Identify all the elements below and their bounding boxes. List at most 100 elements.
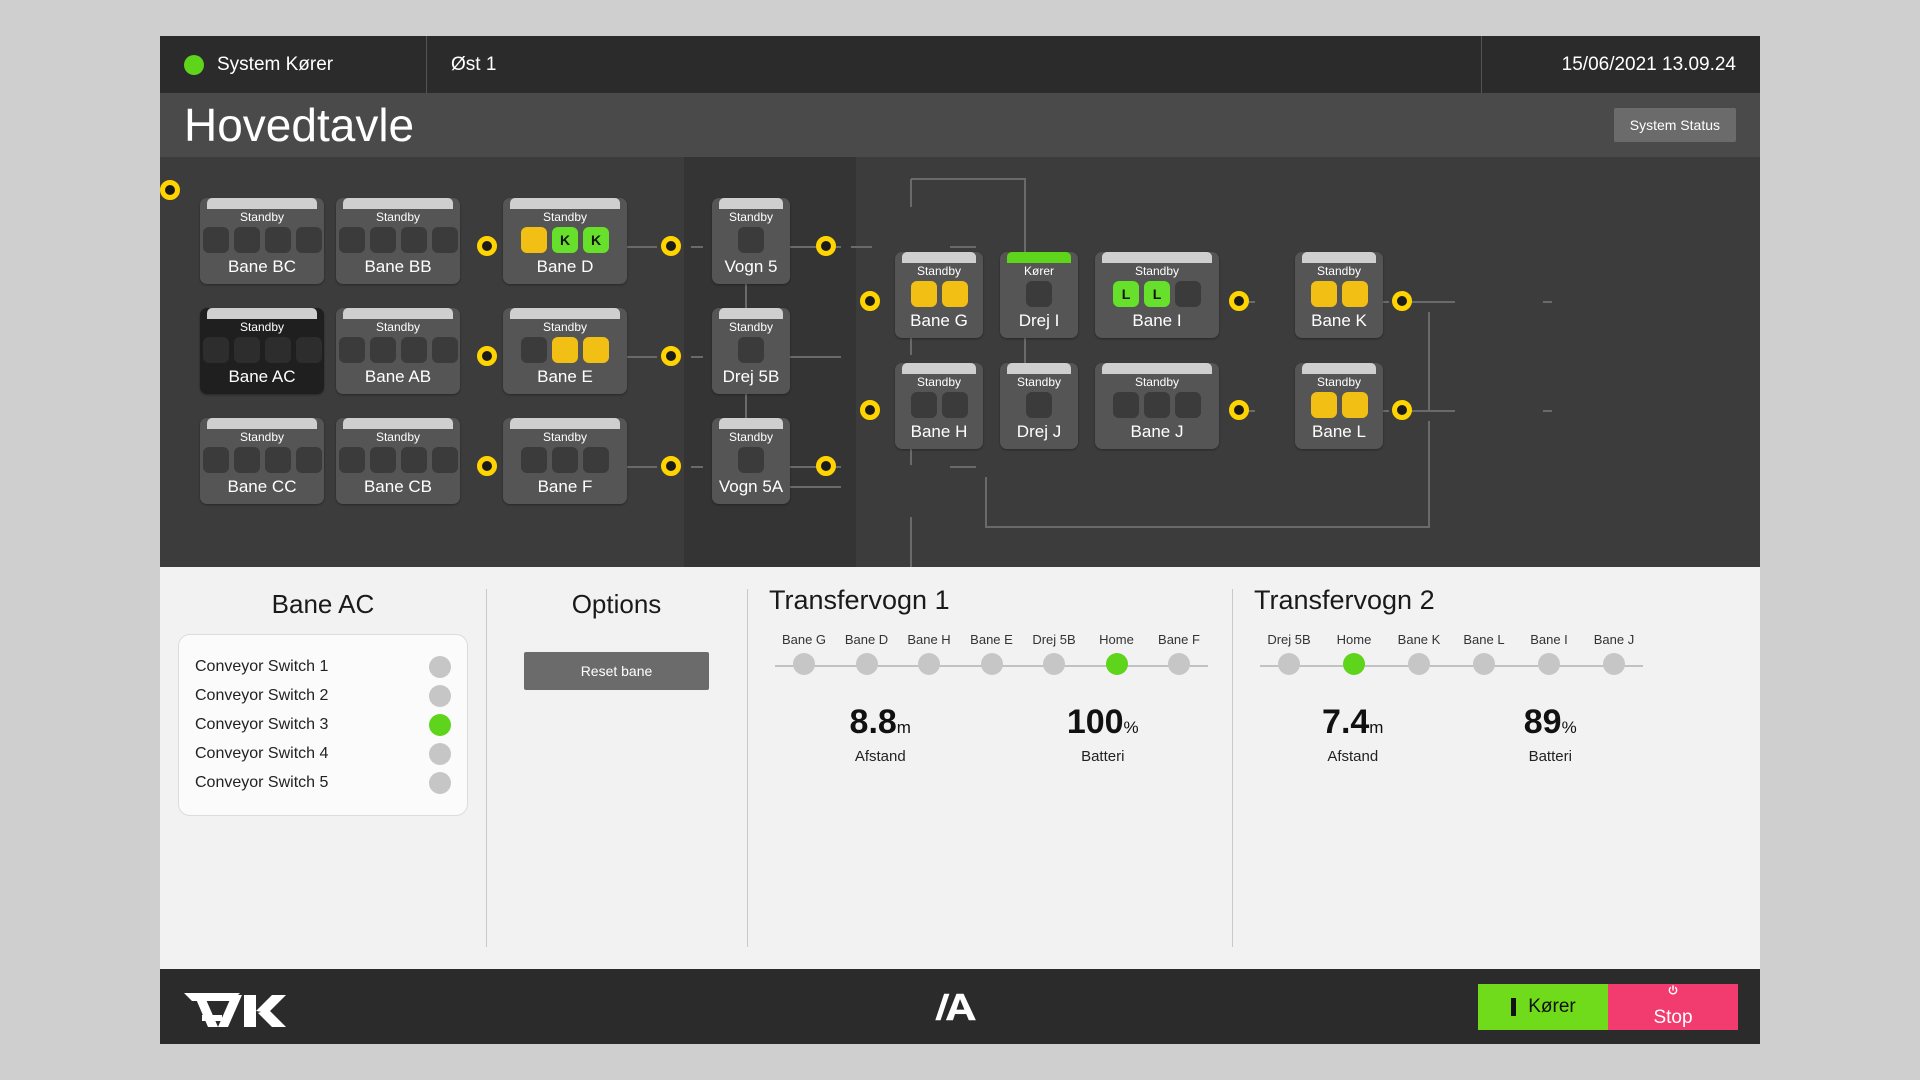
diagram-node-drej-j[interactable]: Standby Drej J <box>1000 363 1078 449</box>
node-cell[interactable] <box>202 337 229 364</box>
node-cell[interactable] <box>431 447 458 474</box>
node-cell[interactable] <box>369 227 396 254</box>
diagram-node-bane-ac[interactable]: Standby Bane AC <box>200 308 324 394</box>
diagram-node-drej-5b[interactable]: Standby Drej 5B <box>712 308 790 394</box>
stop-button[interactable]: Stop <box>1608 983 1738 1030</box>
node-cell[interactable] <box>910 392 937 419</box>
diagram-node-drej-i[interactable]: Kører Drej I <box>1000 252 1078 338</box>
sensor-ring-vogn5-right-icon[interactable] <box>816 236 836 256</box>
conveyor-switch-row[interactable]: Conveyor Switch 3 <box>195 714 451 736</box>
diagram-node-bane-bb[interactable]: Standby Bane BB <box>336 198 460 284</box>
node-cell[interactable] <box>1144 392 1170 419</box>
diagram-node-bane-cb[interactable]: Standby Bane CB <box>336 418 460 504</box>
node-cell[interactable] <box>738 447 764 474</box>
node-cell[interactable] <box>431 227 458 254</box>
node-cell[interactable] <box>521 227 547 254</box>
node-cell[interactable] <box>910 281 937 308</box>
conveyor-switch-row[interactable]: Conveyor Switch 2 <box>195 685 451 707</box>
node-cell[interactable] <box>583 337 609 364</box>
sensor-ring-ab-right-icon[interactable] <box>477 346 497 366</box>
sensor-ring-g-left-icon[interactable] <box>860 291 880 311</box>
node-cell[interactable] <box>264 447 291 474</box>
diagram-node-bane-j[interactable]: Standby Bane J <box>1095 363 1219 449</box>
diagram-node-bane-g[interactable]: Standby Bane G <box>895 252 983 338</box>
diagram-node-bane-e[interactable]: Standby Bane E <box>503 308 627 394</box>
plant-overview-diagram[interactable]: Standby Bane BC Standby Bane BB Standby K K Ban… <box>160 157 1760 567</box>
diagram-node-bane-i[interactable]: Standby L L Bane I <box>1095 252 1219 338</box>
node-cell[interactable] <box>295 227 322 254</box>
node-cell[interactable] <box>941 392 968 419</box>
node-cell[interactable] <box>338 227 365 254</box>
sensor-ring-d-right-icon[interactable] <box>661 236 681 256</box>
node-cell[interactable] <box>400 337 427 364</box>
node-cell[interactable] <box>233 447 260 474</box>
node-cell[interactable] <box>369 337 396 364</box>
node-cell[interactable] <box>431 337 458 364</box>
node-cell[interactable] <box>738 227 764 254</box>
track-stop[interactable]: Drej 5B <box>1260 632 1318 675</box>
node-cell[interactable] <box>1026 281 1052 308</box>
run-button[interactable]: Kører <box>1478 983 1608 1030</box>
track-stop[interactable]: Bane I <box>1520 632 1578 675</box>
sensor-ring-top-left-icon[interactable] <box>160 180 180 200</box>
node-cell[interactable]: K <box>552 227 578 254</box>
track-stop[interactable]: Bane F <box>1150 632 1208 675</box>
sensor-ring-i-right-icon[interactable] <box>1229 291 1249 311</box>
node-cell[interactable] <box>264 337 291 364</box>
node-cell[interactable] <box>338 337 365 364</box>
diagram-node-bane-ab[interactable]: Standby Bane AB <box>336 308 460 394</box>
track-stop[interactable]: Drej 5B <box>1025 632 1083 675</box>
diagram-node-bane-cc[interactable]: Standby Bane CC <box>200 418 324 504</box>
diagram-node-vogn-5a[interactable]: Standby Vogn 5A <box>712 418 790 504</box>
node-cell[interactable] <box>552 447 578 474</box>
diagram-node-bane-f[interactable]: Standby Bane F <box>503 418 627 504</box>
node-cell[interactable] <box>295 337 322 364</box>
node-cell[interactable] <box>1341 281 1368 308</box>
node-cell[interactable] <box>233 227 260 254</box>
node-cell[interactable] <box>941 281 968 308</box>
node-cell[interactable] <box>1175 281 1201 308</box>
diagram-node-bane-h[interactable]: Standby Bane H <box>895 363 983 449</box>
node-cell[interactable] <box>400 227 427 254</box>
track-stop[interactable]: Home <box>1088 632 1146 675</box>
node-cell[interactable] <box>400 447 427 474</box>
sensor-ring-e-right-icon[interactable] <box>661 346 681 366</box>
node-cell[interactable]: L <box>1144 281 1170 308</box>
track-stop[interactable]: Bane D <box>838 632 896 675</box>
diagram-node-bane-l[interactable]: Standby Bane L <box>1295 363 1383 449</box>
track-stop[interactable]: Bane K <box>1390 632 1448 675</box>
sensor-ring-cb-right-icon[interactable] <box>477 456 497 476</box>
node-cell[interactable] <box>295 447 322 474</box>
diagram-node-bane-k[interactable]: Standby Bane K <box>1295 252 1383 338</box>
node-cell[interactable] <box>521 447 547 474</box>
node-cell[interactable] <box>233 337 260 364</box>
track-stop[interactable]: Bane H <box>900 632 958 675</box>
sensor-ring-f-right-icon[interactable] <box>661 456 681 476</box>
track-stop[interactable]: Bane L <box>1455 632 1513 675</box>
node-cell[interactable] <box>202 227 229 254</box>
sensor-ring-j-right-icon[interactable] <box>1229 400 1249 420</box>
node-cell[interactable] <box>1310 281 1337 308</box>
node-cell[interactable] <box>583 447 609 474</box>
sensor-ring-bb-right-icon[interactable] <box>477 236 497 256</box>
sensor-ring-k-right-icon[interactable] <box>1392 291 1412 311</box>
diagram-node-bane-d[interactable]: Standby K K Bane D <box>503 198 627 284</box>
conveyor-switch-row[interactable]: Conveyor Switch 4 <box>195 743 451 765</box>
sensor-ring-h-left-icon[interactable] <box>860 400 880 420</box>
sensor-ring-l-right-icon[interactable] <box>1392 400 1412 420</box>
diagram-node-vogn-5[interactable]: Standby Vogn 5 <box>712 198 790 284</box>
node-cell[interactable] <box>202 447 229 474</box>
node-cell[interactable]: L <box>1113 281 1139 308</box>
node-cell[interactable] <box>738 337 764 364</box>
track-stop[interactable]: Bane G <box>775 632 833 675</box>
system-status-button[interactable]: System Status <box>1613 108 1736 142</box>
conveyor-switch-row[interactable]: Conveyor Switch 1 <box>195 656 451 678</box>
node-cell[interactable] <box>1113 392 1139 419</box>
conveyor-switch-row[interactable]: Conveyor Switch 5 <box>195 772 451 794</box>
node-cell[interactable] <box>1310 392 1337 419</box>
node-cell[interactable]: K <box>583 227 609 254</box>
track-stop[interactable]: Bane E <box>963 632 1021 675</box>
node-cell[interactable] <box>338 447 365 474</box>
diagram-node-bane-bc[interactable]: Standby Bane BC <box>200 198 324 284</box>
track-stop[interactable]: Bane J <box>1585 632 1643 675</box>
